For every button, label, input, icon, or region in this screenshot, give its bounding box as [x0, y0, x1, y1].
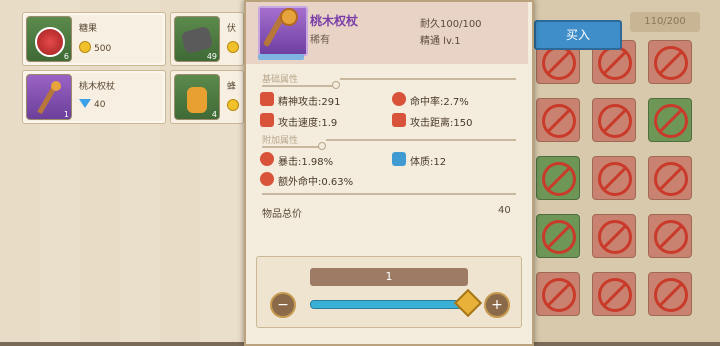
inventory-slot[interactable] — [536, 272, 580, 316]
item-name: 桃木权杖 — [79, 82, 116, 92]
inventory-slot[interactable] — [648, 272, 692, 316]
inventory-capacity: 110/200 — [630, 12, 700, 32]
ban-icon — [598, 104, 632, 138]
stat-attack-speed: 攻击速度:1.9 — [278, 118, 338, 129]
ban-icon — [654, 104, 688, 138]
stat-crit: 暴击:1.98% — [278, 157, 334, 168]
shop-item-ore[interactable]: 49 伏 — [170, 12, 244, 66]
ban-icon — [598, 278, 632, 312]
item-name: 糖果 — [79, 24, 98, 34]
stat-extra-hit: 额外命中:0.63% — [278, 177, 354, 188]
inventory-slot[interactable] — [536, 98, 580, 142]
gem-icon — [79, 99, 91, 108]
section-title-extra: 附加属性 — [262, 136, 299, 146]
stat-attack-range: 攻击距离:150 — [410, 118, 473, 129]
ban-icon — [598, 46, 632, 80]
honey-icon: 4 — [174, 74, 220, 120]
sword-icon — [260, 113, 274, 127]
rarity-bar — [258, 54, 304, 60]
wand-head — [280, 8, 298, 26]
inventory-slot[interactable] — [536, 214, 580, 258]
shop-item-wand[interactable]: 1 桃木权杖 40 — [22, 70, 166, 124]
inventory-slot[interactable] — [648, 156, 692, 200]
coin-icon — [227, 41, 239, 53]
section-divider-dot — [332, 81, 340, 89]
item-durability: 耐久100/100 — [420, 19, 482, 30]
stat-hit-rate: 命中率:2.7% — [410, 97, 469, 108]
inventory-slot[interactable] — [536, 156, 580, 200]
ban-icon — [654, 46, 688, 80]
item-price: 40 — [79, 99, 105, 110]
inventory-slot[interactable] — [592, 272, 636, 316]
section-divider — [326, 139, 516, 141]
ban-icon — [542, 104, 576, 138]
ban-icon — [654, 162, 688, 196]
item-name: 伏 — [227, 24, 237, 34]
ban-icon — [542, 220, 576, 254]
ban-icon — [542, 162, 576, 196]
inventory-slot[interactable] — [648, 98, 692, 142]
divider — [262, 193, 516, 195]
candy-icon: 6 — [26, 16, 72, 62]
quantity-selector — [256, 256, 522, 328]
inventory-slot[interactable] — [592, 214, 636, 258]
quantity-display[interactable]: 1 — [310, 268, 468, 286]
total-price-value: 40 — [498, 205, 511, 216]
wand-icon: 1 — [26, 74, 72, 120]
item-price — [227, 99, 242, 112]
section-divider — [262, 85, 334, 87]
inventory-slot[interactable] — [592, 98, 636, 142]
item-level: 精通 lv.1 — [420, 36, 461, 47]
burst-icon — [260, 152, 274, 166]
section-divider — [262, 146, 320, 148]
shop-item-honey[interactable]: 4 蜂 — [170, 70, 244, 124]
quantity-slider[interactable] — [310, 300, 470, 309]
coin-icon — [79, 41, 91, 53]
stat-spirit-attack: 精神攻击:291 — [278, 97, 341, 108]
stat-constitution: 体质:12 — [410, 157, 447, 168]
ban-icon — [654, 278, 688, 312]
ore-icon: 49 — [174, 16, 220, 62]
ban-icon — [598, 220, 632, 254]
item-title: 桃木权杖 — [310, 14, 359, 28]
section-title-basic: 基础属性 — [262, 75, 299, 85]
item-name: 蜂 — [227, 82, 237, 92]
shop-item-candy[interactable]: 6 糖果 500 — [22, 12, 166, 66]
decrease-button[interactable]: − — [270, 292, 296, 318]
buy-button[interactable]: 买入 — [534, 20, 622, 50]
item-price: 500 — [79, 41, 111, 54]
inventory-slot[interactable] — [648, 40, 692, 84]
section-divider — [340, 78, 516, 80]
target-icon — [260, 172, 274, 186]
coin-icon — [227, 99, 239, 111]
sword-icon — [260, 92, 274, 106]
ban-icon — [542, 46, 576, 80]
inventory-slot[interactable] — [648, 214, 692, 258]
sword-icon — [392, 113, 406, 127]
item-price — [227, 41, 242, 54]
ban-icon — [598, 162, 632, 196]
ban-icon — [654, 220, 688, 254]
increase-button[interactable]: + — [484, 292, 510, 318]
inventory-slot[interactable] — [592, 156, 636, 200]
body-icon — [392, 152, 406, 166]
target-icon — [392, 92, 406, 106]
ban-icon — [542, 278, 576, 312]
section-divider-dot — [318, 142, 326, 150]
item-rarity: 稀有 — [310, 35, 330, 46]
total-price-label: 物品总价 — [262, 209, 302, 220]
